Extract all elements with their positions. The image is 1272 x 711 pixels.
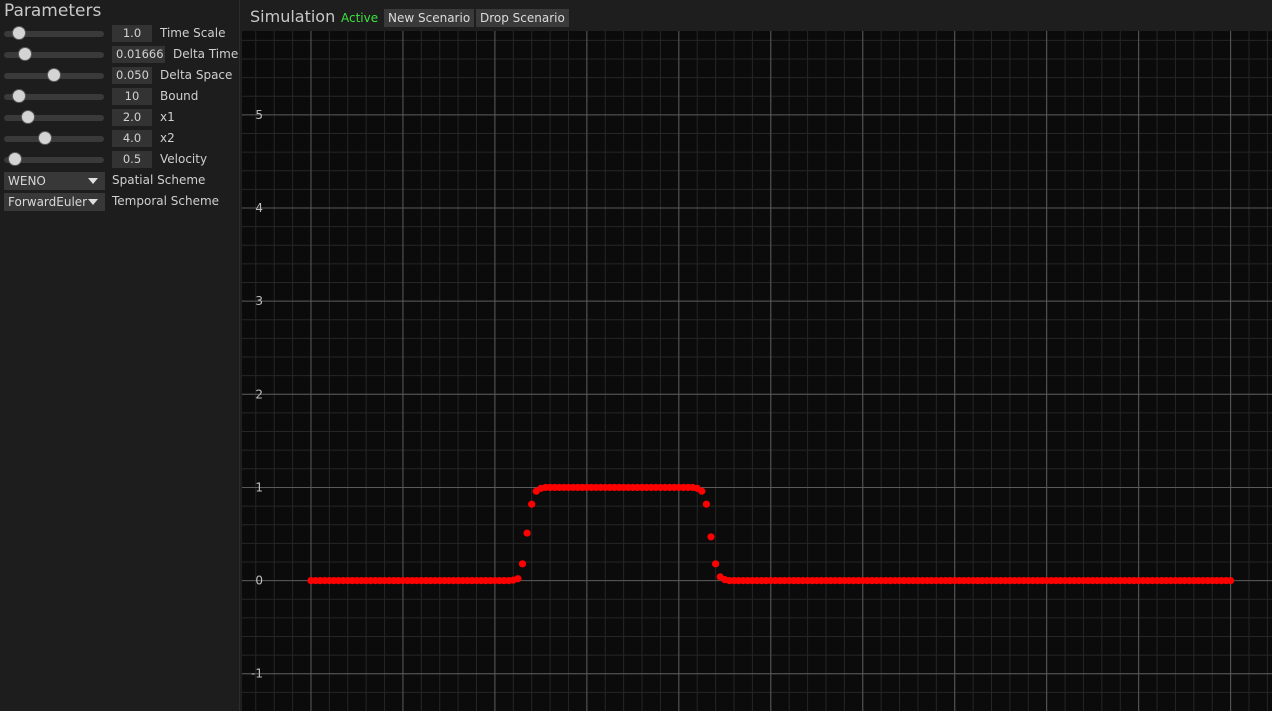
spatial-scheme-select[interactable]: WENO [4, 172, 105, 190]
x1-value[interactable]: 2.0 [112, 109, 152, 126]
velocity-label: Velocity [160, 152, 208, 166]
y-tick-label: 4 [255, 201, 263, 215]
param-delta-space: 0.050 Delta Space [0, 65, 240, 86]
param-time-scale: 1.0 Time Scale [0, 23, 240, 44]
x2-slider-handle[interactable] [38, 131, 52, 145]
data-point [1227, 576, 1235, 585]
param-velocity: 0.5 Velocity [0, 149, 240, 170]
y-tick-label: 2 [255, 387, 263, 401]
delta-space-slider-handle[interactable] [47, 68, 61, 82]
param-delta-time: 0.01666 Delta Time [0, 44, 240, 65]
x2-label: x2 [160, 131, 175, 145]
delta-time-slider-handle[interactable] [18, 47, 32, 61]
data-point [712, 560, 720, 568]
x1-slider[interactable] [4, 110, 104, 124]
delta-space-slider[interactable] [4, 68, 104, 82]
delta-time-label: Delta Time [173, 47, 239, 61]
time-scale-value[interactable]: 1.0 [112, 25, 152, 42]
velocity-slider[interactable] [4, 152, 104, 166]
delta-time-slider[interactable] [4, 47, 104, 61]
bound-slider-handle[interactable] [12, 89, 26, 103]
spatial-scheme-selected: WENO [8, 174, 46, 188]
y-tick-label: 1 [255, 480, 263, 494]
velocity-value[interactable]: 0.5 [112, 151, 152, 168]
x2-value[interactable]: 4.0 [112, 130, 152, 147]
delta-space-value[interactable]: 0.050 [112, 67, 152, 84]
simulation-title: Simulation [250, 7, 336, 26]
temporal-scheme-label: Temporal Scheme [112, 194, 220, 208]
new-scenario-button[interactable]: New Scenario [384, 9, 475, 27]
bound-slider[interactable] [4, 89, 104, 103]
delta-time-value[interactable]: 0.01666 [112, 46, 165, 63]
simulation-plot[interactable]: -1 0 1 2 3 4 5 [242, 31, 1272, 711]
data-point [702, 500, 711, 508]
temporal-scheme-select[interactable]: ForwardEuler [4, 193, 105, 211]
velocity-slider-handle[interactable] [8, 152, 22, 166]
data-point [707, 533, 715, 541]
data-point [514, 575, 522, 583]
data-point [518, 560, 527, 568]
data-point [528, 500, 536, 508]
param-x2: 4.0 x2 [0, 128, 240, 149]
param-bound: 10 Bound [0, 86, 240, 107]
y-tick-label: -1 [251, 667, 263, 681]
simulation-status: Active [341, 11, 379, 25]
y-tick-label: 5 [255, 108, 263, 122]
y-tick-label: 0 [255, 574, 263, 588]
param-temporal-scheme: ForwardEuler Temporal Scheme [0, 191, 240, 212]
param-x1: 2.0 x1 [0, 107, 240, 128]
chevron-down-icon [88, 199, 98, 205]
y-tick-label: 3 [255, 294, 263, 308]
x1-label: x1 [160, 110, 175, 124]
data-point [698, 487, 706, 495]
parameters-panel: Parameters 1.0 Time Scale 0.01666 Delta … [0, 0, 240, 711]
spatial-scheme-label: Spatial Scheme [112, 173, 206, 187]
param-spatial-scheme: WENO Spatial Scheme [0, 170, 240, 191]
bound-label: Bound [160, 89, 199, 103]
temporal-scheme-selected: ForwardEuler [8, 195, 88, 209]
time-scale-label: Time Scale [160, 26, 226, 40]
bound-value[interactable]: 10 [112, 88, 152, 105]
drop-scenario-button[interactable]: Drop Scenario [476, 9, 569, 27]
x1-slider-handle[interactable] [21, 110, 35, 124]
delta-space-label: Delta Space [160, 68, 233, 82]
time-scale-slider[interactable] [4, 26, 104, 40]
data-point [523, 529, 531, 537]
time-scale-slider-handle[interactable] [12, 26, 26, 40]
x2-slider[interactable] [4, 131, 104, 145]
parameters-title: Parameters [4, 1, 102, 21]
chevron-down-icon [88, 178, 98, 184]
